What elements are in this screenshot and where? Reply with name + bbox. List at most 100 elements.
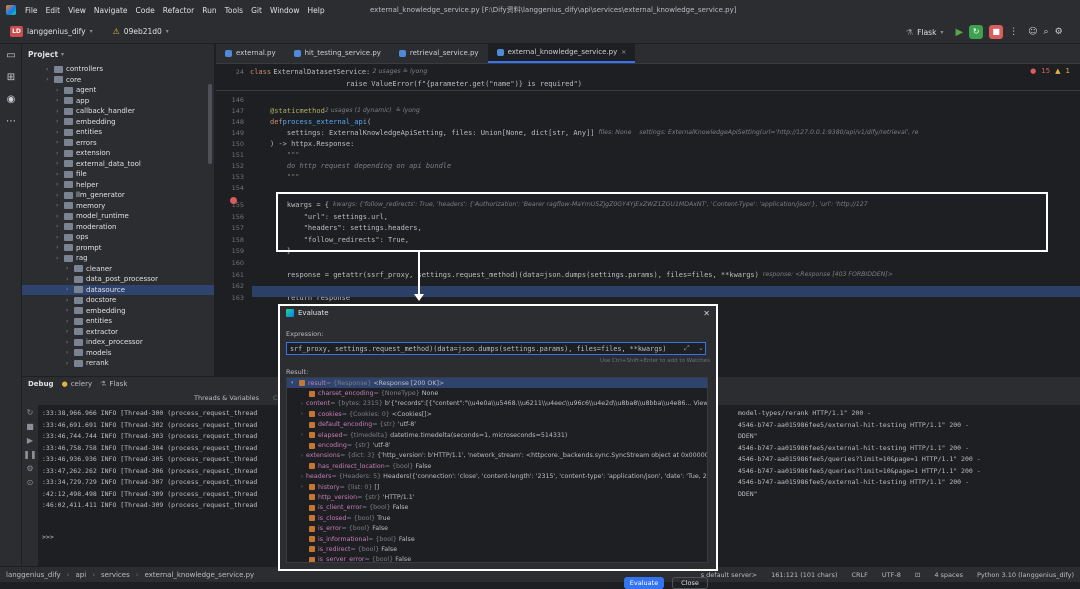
result-row[interactable]: is_error = {bool} False [287,523,707,533]
menu-item-code[interactable]: Code [132,6,159,15]
chevron-right-icon[interactable]: › [56,87,64,94]
chevron-right-icon[interactable]: › [56,118,64,125]
run-config-selector[interactable]: ⚗ Flask ▾ [900,23,949,41]
tree-item[interactable]: ›ops [22,232,214,243]
chevron-right-icon[interactable]: › [56,97,64,104]
tree-item[interactable]: ›errors [22,138,214,149]
expand-arrow-icon[interactable]: › [301,474,303,480]
inspection-widget[interactable]: ● 15 ▲ 1 [1030,67,1070,75]
result-row[interactable]: http_version = {str} 'HTTP/1.1' [287,492,707,502]
breadcrumb-item[interactable]: services [101,571,130,579]
tree-item[interactable]: ›model_runtime [22,211,214,222]
chevron-right-icon[interactable]: › [66,339,74,346]
tree-item[interactable]: ›entities [22,127,214,138]
result-row[interactable]: is_closed = {bool} True [287,513,707,523]
result-row[interactable]: ›extensions = {dict: 3} {'http_version':… [287,451,707,461]
result-row[interactable]: default_encoding = {str} 'utf-8' [287,420,707,430]
rerun-icon[interactable]: ↻ [22,405,38,419]
expand-arrow-icon[interactable]: › [301,453,303,459]
file-encoding[interactable]: UTF-8 [882,571,901,579]
close-button[interactable]: Close [672,577,708,589]
close-icon[interactable]: ✕ [703,309,710,318]
pause-icon[interactable]: ❚❚ [22,447,38,461]
chevron-right-icon[interactable]: › [56,160,64,167]
tree-item[interactable]: ›llm_generator [22,190,214,201]
rerun-icon[interactable]: ↻ [969,25,983,39]
tree-item[interactable]: ›app [22,96,214,107]
evaluate-title-bar[interactable]: Evaluate ✕ [280,306,716,320]
editor-tab[interactable]: hit_testing_service.py [285,43,390,63]
result-row[interactable]: ▾result = {Response} <Response [200 OK]> [287,378,707,388]
history-dropdown-icon[interactable]: ⌄ [698,344,704,352]
tree-item[interactable]: ›agent [22,85,214,96]
result-row[interactable]: is_redirect = {bool} False [287,544,707,554]
chevron-right-icon[interactable]: › [66,349,74,356]
menu-item-git[interactable]: Git [247,6,266,15]
tree-item[interactable]: ›core [22,75,214,86]
project-switcher[interactable]: LD langgenius_dify ▾ [4,23,99,41]
tree-item[interactable]: ›embedding [22,306,214,317]
chevron-right-icon[interactable]: › [56,192,64,199]
chevron-right-icon[interactable]: › [66,360,74,367]
menu-item-tools[interactable]: Tools [221,6,247,15]
result-row[interactable]: ›content = {bytes: 2315} b'{"records":[{… [287,399,707,409]
indent-setting[interactable]: 4 spaces [934,571,963,579]
menu-item-run[interactable]: Run [198,6,220,15]
resume-icon[interactable]: ▶ [22,433,38,447]
tree-item[interactable]: ›memory [22,201,214,212]
collab-icon[interactable]: ☺ [1028,27,1037,37]
commit-icon[interactable]: ◉ [0,88,22,110]
search-icon[interactable]: ⌕ [1044,27,1049,37]
result-row[interactable]: ›history = {list: 0} [] [287,482,707,492]
tree-item[interactable]: ›models [22,348,214,359]
expand-arrow-icon[interactable]: › [301,401,303,407]
chevron-right-icon[interactable]: › [46,66,54,73]
menu-item-window[interactable]: Window [266,6,304,15]
tree-item[interactable]: ›entities [22,316,214,327]
breadcrumb-item[interactable]: api [76,571,87,579]
tree-item[interactable]: ›helper [22,180,214,191]
result-row[interactable]: is_server_error = {bool} False [287,555,707,563]
line-separator[interactable]: CRLF [851,571,867,579]
expand-arrow-icon[interactable]: › [301,411,309,417]
chevron-right-icon[interactable]: › [56,223,64,230]
editor-tab[interactable]: external_knowledge_service.py✕ [488,43,636,63]
tree-item[interactable]: ›embedding [22,117,214,128]
tree-item[interactable]: ›moderation [22,222,214,233]
chevron-right-icon[interactable]: › [66,286,74,293]
tree-item[interactable]: ›file [22,169,214,180]
result-row[interactable]: is_client_error = {bool} False [287,503,707,513]
editor-tab[interactable]: external.py [216,43,285,63]
chevron-right-icon[interactable]: › [66,276,74,283]
chevron-right-icon[interactable]: › [66,307,74,314]
pin-icon[interactable]: ⊙ [22,475,38,489]
tree-scrollbar[interactable] [208,84,212,164]
tree-item[interactable]: ›extractor [22,327,214,338]
chevron-right-icon[interactable]: › [56,181,64,188]
result-row[interactable]: ›elapsed = {timedelta} datetime.timedelt… [287,430,707,440]
chevron-right-icon[interactable]: › [46,76,54,83]
more-tools-icon[interactable]: ⋯ [0,110,22,132]
expand-icon[interactable]: ⤢ [684,344,690,353]
chevron-right-icon[interactable]: › [56,244,64,251]
tab-threads-variables[interactable]: Threads & Variables [194,394,259,402]
editor-tab[interactable]: retrieval_service.py [390,43,488,63]
result-row[interactable]: ›cookies = {Cookies: 0} <Cookies[]> [287,409,707,419]
structure-icon[interactable]: ⊞ [0,66,22,88]
chevron-right-icon[interactable]: › [66,297,74,304]
lock-icon[interactable]: ⊡ [915,571,920,579]
chevron-right-icon[interactable]: › [66,265,74,272]
chevron-right-icon[interactable]: › [56,202,64,209]
cursor-position[interactable]: 161:121 (101 chars) [771,571,837,579]
stop-icon[interactable]: ■ [22,419,38,433]
app-logo-icon[interactable] [6,5,16,15]
result-row[interactable]: ›headers = {Headers: 5} Headers({'connec… [287,472,707,482]
result-row[interactable]: charset_encoding = {NoneType} None [287,388,707,398]
chevron-right-icon[interactable]: › [66,328,74,335]
more-icon[interactable]: ⋮ [1009,27,1018,37]
settings-icon[interactable]: ⚙ [1055,27,1063,37]
menu-item-refactor[interactable]: Refactor [159,6,198,15]
result-tree[interactable]: ▾result = {Response} <Response [200 OK]>… [286,377,708,563]
tree-item[interactable]: ›cleaner [22,264,214,275]
tree-item[interactable]: ›prompt [22,243,214,254]
